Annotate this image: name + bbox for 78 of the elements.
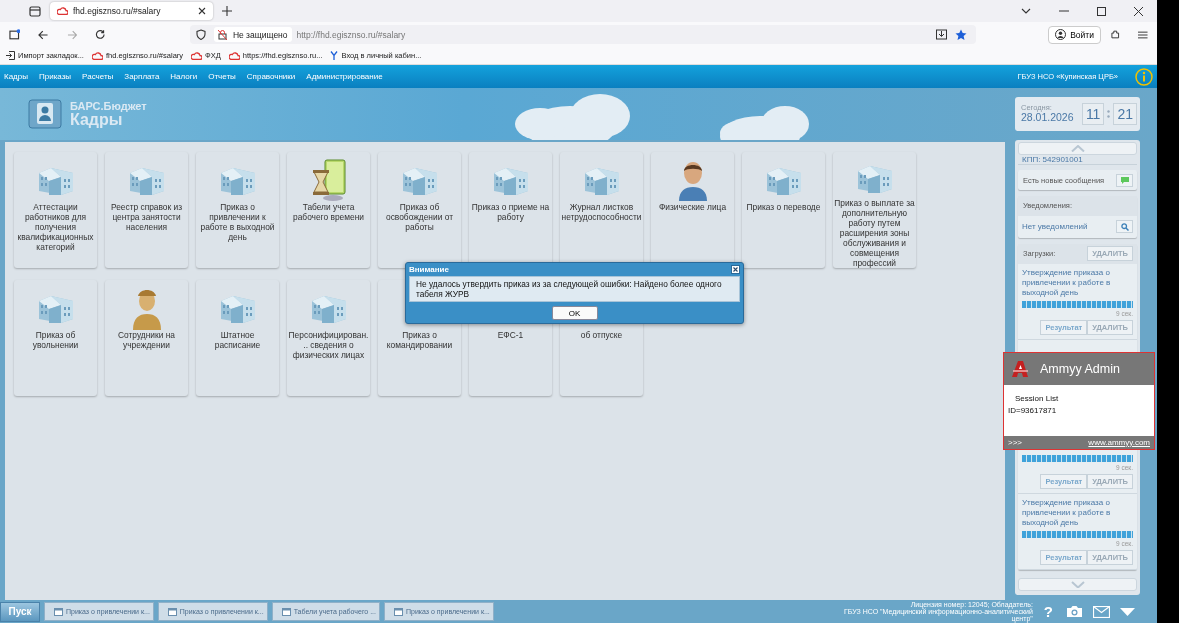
module-tile[interactable]: Табели учета рабочего времени xyxy=(287,152,370,268)
account-icon xyxy=(1055,29,1067,40)
url-text: http://fhd.egisznso.ru/#salary xyxy=(296,29,406,40)
chevron-down-icon xyxy=(1070,580,1085,588)
product-name: БАРС.Бюджет xyxy=(70,100,147,112)
shield-icon[interactable] xyxy=(195,29,206,40)
app-logo-icon xyxy=(1010,360,1030,378)
login-button[interactable]: Войти xyxy=(1048,25,1101,44)
address-field[interactable]: Не защищено http://fhd.egisznso.ru/#salary xyxy=(189,25,977,44)
hours-display: 11 xyxy=(1081,103,1105,125)
menu-item[interactable]: Справочники xyxy=(246,72,296,81)
cloud-icon xyxy=(57,7,68,15)
website-link[interactable]: www.ammyy.com xyxy=(1088,438,1150,447)
module-tile[interactable]: Приказ об увольнении xyxy=(14,280,97,396)
module-name: Кадры xyxy=(70,111,123,128)
module-tile[interactable]: Приказ об освобождении от работы xyxy=(378,152,461,268)
maximize-icon[interactable] xyxy=(1097,6,1106,16)
chevron-down-icon[interactable] xyxy=(1021,8,1031,14)
hourglass-book-icon xyxy=(310,157,347,202)
cloud-icon xyxy=(191,51,203,60)
lock-crossed-icon xyxy=(217,29,227,40)
window-icon xyxy=(54,607,63,616)
close-icon[interactable] xyxy=(1134,6,1143,16)
module-tile[interactable]: Персонифицирован... сведения о физических лицах xyxy=(287,280,370,396)
menu-item[interactable]: Администрирование xyxy=(306,72,383,81)
module-tile[interactable]: Приказ о выплате за дополнительную работу путем расширения зоны обслуживания и совмещения профессий xyxy=(833,152,916,268)
module-tile[interactable]: Штатное расписание xyxy=(196,280,279,396)
session-id: ID=93617871 xyxy=(1008,406,1058,415)
menu-icon[interactable] xyxy=(1138,30,1148,39)
badge-icon xyxy=(28,99,62,129)
expand-link[interactable]: >>> xyxy=(1008,438,1022,447)
module-tile[interactable]: Аттестации работников для получения квалификационных категорий xyxy=(14,152,97,268)
menu-item[interactable]: Налоги xyxy=(170,72,198,81)
close-icon[interactable] xyxy=(731,265,740,274)
download-icon[interactable] xyxy=(936,29,948,40)
module-tile[interactable]: Сотрудники на учреждении xyxy=(105,280,188,396)
window-icon xyxy=(393,607,403,616)
window-title: Ammyy Admin xyxy=(1040,362,1120,376)
menu-item[interactable]: Зарплата xyxy=(124,72,160,81)
menu-item[interactable]: Расчеты xyxy=(82,72,114,81)
star-icon[interactable] xyxy=(955,28,968,41)
y-mark-icon xyxy=(330,51,339,60)
browser-tab[interactable]: fhd.egisznso.ru/#salary xyxy=(50,2,213,20)
window-icon xyxy=(167,607,177,616)
menu-item[interactable]: Приказы xyxy=(39,72,72,81)
sidebar-icon[interactable] xyxy=(9,29,21,40)
menu-item[interactable]: Отчеты xyxy=(208,72,236,81)
module-tile[interactable]: Приказ о переводе xyxy=(742,152,825,268)
module-tile[interactable]: Приказ о привлечении к работе в выходной день xyxy=(196,152,279,268)
minutes-display: 21 xyxy=(1113,103,1137,125)
import-icon xyxy=(6,51,15,60)
search-button[interactable] xyxy=(1116,220,1133,234)
dropdown-triangle-icon[interactable] xyxy=(1120,607,1135,616)
module-tile[interactable]: Реестр справок из центра занятости населения xyxy=(105,152,188,268)
new-tab-icon[interactable] xyxy=(222,6,232,16)
colon-icon xyxy=(1107,110,1111,118)
window-icon xyxy=(281,607,291,616)
chevron-up-icon xyxy=(1070,145,1085,153)
session-list-label: Session List xyxy=(1014,394,1060,403)
close-icon[interactable] xyxy=(198,7,206,15)
menu-item[interactable]: Кадры xyxy=(4,72,28,81)
cloud-icon xyxy=(91,51,103,60)
mail-icon[interactable] xyxy=(1093,605,1110,618)
back-icon[interactable] xyxy=(38,29,49,40)
search-icon xyxy=(1120,222,1129,231)
chat-icon xyxy=(1119,176,1130,185)
security-indicator[interactable]: Не защищено xyxy=(213,27,292,42)
notifications-text: Нет уведомлений xyxy=(1022,222,1088,232)
ok-button[interactable]: OK xyxy=(551,306,598,320)
date-text: 28.01.2026 xyxy=(1021,112,1075,124)
download-title: Утверждение приказа о привлечении к работе в выходной день xyxy=(1022,497,1112,528)
cloud-icon xyxy=(228,51,240,60)
dialog-title: Внимание xyxy=(409,265,449,274)
tab-list-icon[interactable] xyxy=(29,5,41,17)
camera-icon[interactable] xyxy=(1066,605,1083,618)
download-title: Утверждение приказа о привлечении к работе в выходной день xyxy=(1022,267,1112,298)
reload-icon[interactable] xyxy=(95,29,106,40)
kpp-text: КПП: 542901001 xyxy=(1021,155,1083,165)
